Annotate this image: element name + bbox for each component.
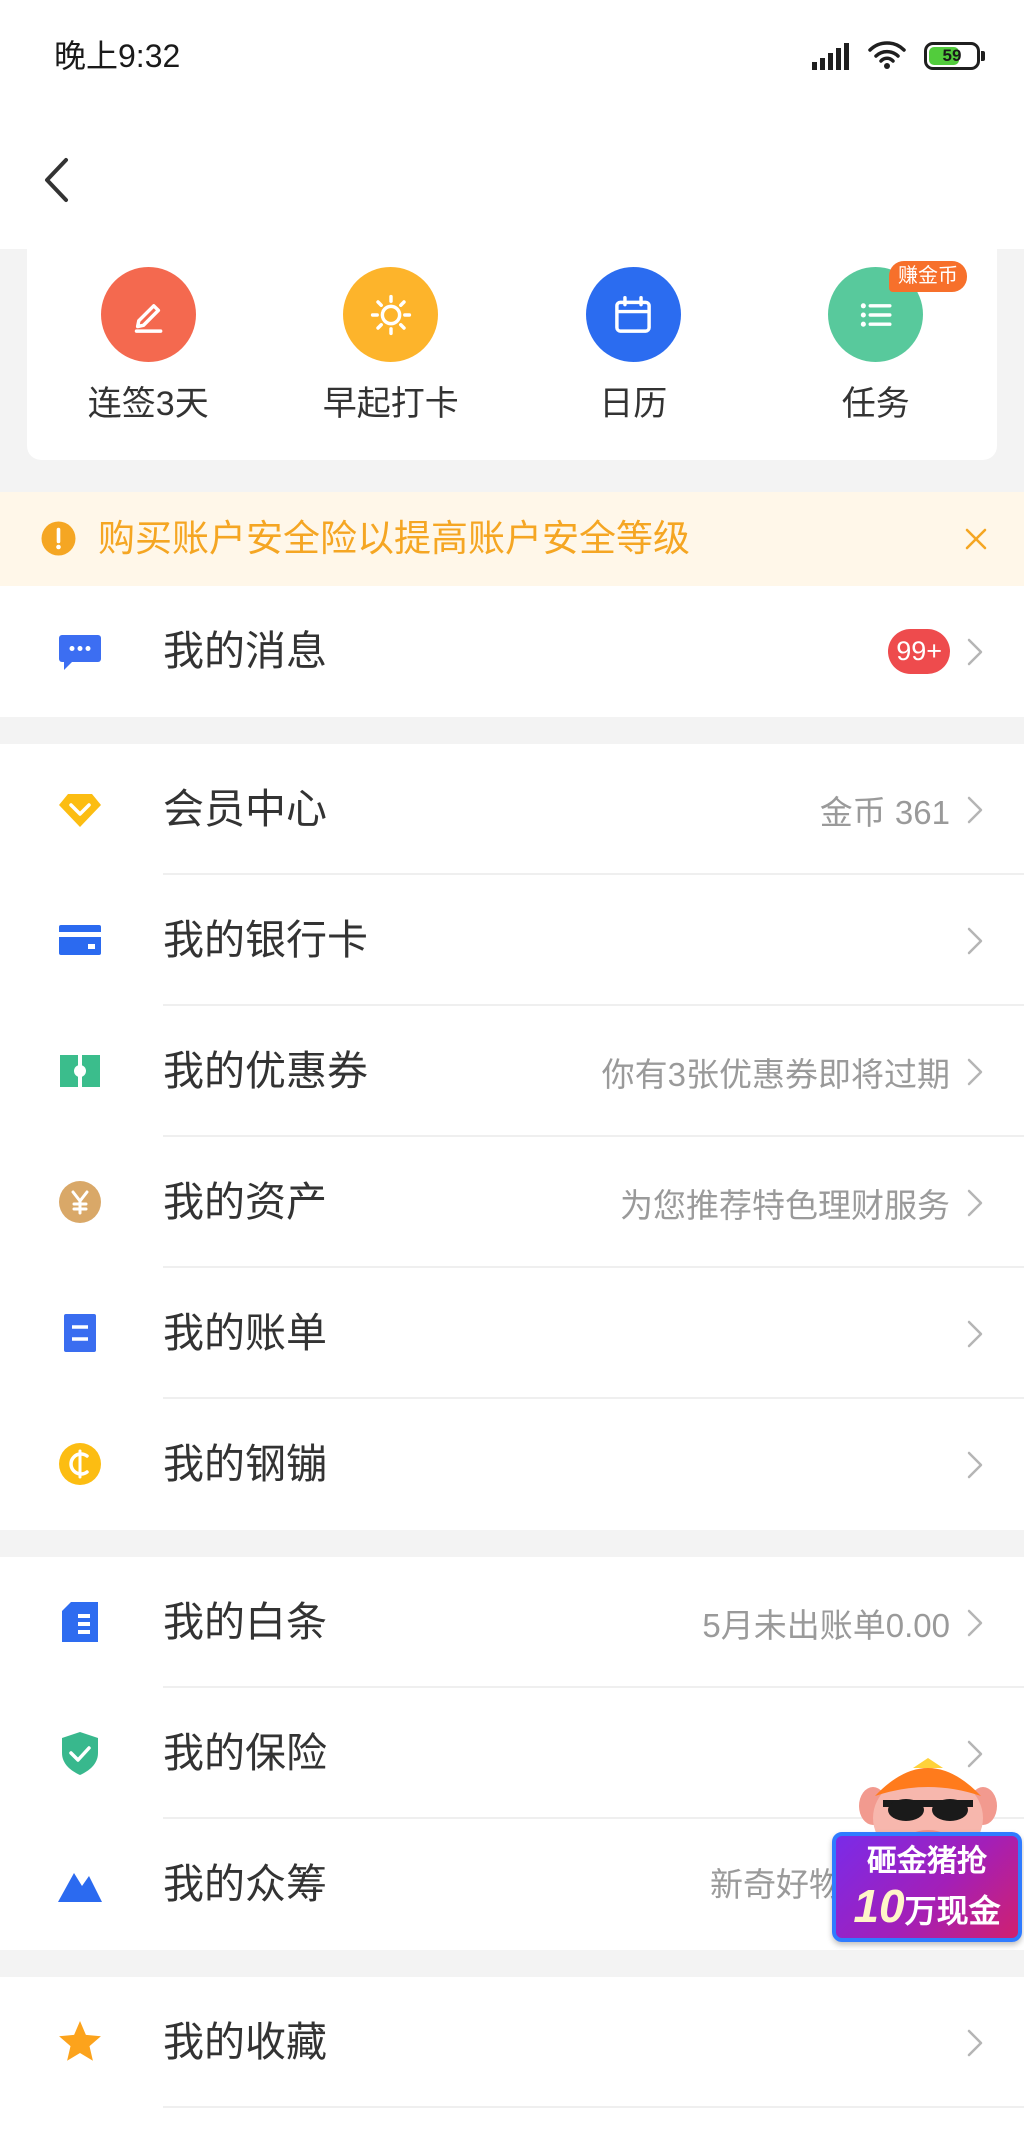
menu-item-assets[interactable]: 我的资产 为您推荐特色理财服务 xyxy=(0,1137,1024,1268)
notice-close-button[interactable] xyxy=(962,525,990,553)
close-icon xyxy=(965,528,987,550)
quick-action-label: 连签3天 xyxy=(87,385,209,423)
battery-level: 59 xyxy=(942,46,962,65)
menu-item-label: 会员中心 xyxy=(163,786,327,832)
menu-section-favorites: 我的收藏 xyxy=(0,1977,1024,2131)
menu-item-favorites[interactable]: 我的收藏 xyxy=(0,1977,1024,2108)
row-right-group xyxy=(966,875,984,1006)
menu-item-label: 我的众筹 xyxy=(163,1861,327,1907)
menu-item-label: 我的钢镚 xyxy=(163,1441,327,1487)
quick-action-calendar[interactable]: 日历 xyxy=(512,249,755,460)
menu-item-coins[interactable]: 我的钢镚 xyxy=(0,1399,1024,1530)
row-right-group: 金币 361 xyxy=(820,744,984,875)
unbilled-amount: 5月未出账单0.00 xyxy=(702,1606,950,1644)
status-time: 晚上9:32 xyxy=(54,38,181,74)
promo-unit: 万现金 xyxy=(904,1893,1001,1929)
promo-subtitle: 10万现金 xyxy=(836,1880,1018,1937)
earn-coins-badge: 赚金币 xyxy=(889,261,967,292)
chevron-right-icon xyxy=(967,1189,983,1216)
chevron-right-icon xyxy=(967,796,983,823)
row-right-group: 为您推荐特色理财服务 xyxy=(620,1137,984,1268)
quick-action-label: 日历 xyxy=(599,385,668,423)
sun-icon xyxy=(343,267,439,362)
quick-action-sign-in-streak[interactable]: 连签3天 xyxy=(27,249,270,460)
menu-section-finance: 会员中心 金币 361 我的银行卡 我的优惠券 你有3张优惠券即将过期 我的资产… xyxy=(0,744,1024,1530)
row-right-group: 99+ xyxy=(888,586,984,717)
diamond-icon xyxy=(56,785,104,833)
crowdfunding-hint: 新奇好物 xyxy=(710,1866,842,1903)
menu-item-bank-cards[interactable]: 我的银行卡 xyxy=(0,875,1024,1006)
quick-action-label: 任务 xyxy=(841,385,910,423)
iou-document-icon xyxy=(56,1598,104,1646)
floating-promo-widget[interactable]: 砸金猪抢 10万现金 xyxy=(832,1754,1024,1944)
pencil-icon xyxy=(100,267,196,362)
shield-check-icon xyxy=(56,1729,104,1777)
menu-item-coupons[interactable]: 我的优惠券 你有3张优惠券即将过期 xyxy=(0,1006,1024,1137)
coupon-icon xyxy=(56,1047,104,1095)
signal-icon xyxy=(812,43,849,70)
menu-item-messages[interactable]: 我的消息 99+ xyxy=(0,586,1024,717)
chevron-right-icon xyxy=(967,2029,983,2056)
chevron-right-icon xyxy=(967,1451,983,1478)
chat-icon xyxy=(56,627,104,675)
menu-item-label: 我的保险 xyxy=(163,1730,327,1776)
promo-amount: 10 xyxy=(853,1880,905,1932)
quick-action-early-checkin[interactable]: 早起打卡 xyxy=(270,249,513,460)
top-navigation-bar xyxy=(0,110,1024,249)
back-button[interactable] xyxy=(34,152,78,208)
yuan-coin-icon xyxy=(56,1178,104,1226)
unread-count-badge: 99+ xyxy=(888,629,950,674)
menu-item-label: 我的银行卡 xyxy=(163,917,368,963)
menu-item-bills[interactable]: 我的账单 xyxy=(0,1268,1024,1399)
row-right-group xyxy=(966,1399,984,1530)
menu-item-label: 我的消息 xyxy=(163,628,327,674)
chevron-right-icon xyxy=(967,927,983,954)
wifi-icon xyxy=(868,41,906,69)
menu-item-label: 我的资产 xyxy=(163,1179,327,1225)
battery-icon: 59 xyxy=(924,42,986,70)
promo-board: 砸金猪抢 10万现金 xyxy=(832,1832,1022,1942)
calendar-icon xyxy=(585,267,681,362)
chevron-right-icon xyxy=(967,1609,983,1636)
chevron-left-icon xyxy=(45,158,68,202)
quick-actions-card: 连签3天 早起打卡 日历 任务 赚金币 xyxy=(27,249,997,460)
coin-balance: 金币 361 xyxy=(819,793,950,831)
notice-text: 购买账户安全险以提高账户安全等级 xyxy=(98,518,690,559)
menu-item-baitiao[interactable]: 我的白条 5月未出账单0.00 xyxy=(0,1557,1024,1688)
row-right-group: 你有3张优惠券即将过期 xyxy=(602,1006,984,1137)
menu-item-label: 我的优惠券 xyxy=(163,1048,368,1094)
promo-title: 砸金猪抢 xyxy=(867,1845,987,1878)
star-icon xyxy=(56,2018,104,2066)
menu-item-label: 我的白条 xyxy=(163,1599,327,1645)
security-notice-banner[interactable]: 购买账户安全险以提高账户安全等级 xyxy=(0,492,1024,586)
row-right-group: 5月未出账单0.00 xyxy=(702,1557,984,1688)
menu-item-label: 我的账单 xyxy=(163,1310,327,1356)
chevron-right-icon xyxy=(967,1058,983,1085)
row-right-group xyxy=(966,1977,984,2108)
coupon-expiry-hint: 你有3张优惠券即将过期 xyxy=(601,1055,950,1093)
wealth-recommendation-hint: 为您推荐特色理财服务 xyxy=(620,1186,950,1224)
status-bar: 晚上9:32 59 xyxy=(0,0,1024,110)
mountain-icon xyxy=(56,1860,104,1908)
menu-section-messages: 我的消息 99+ xyxy=(0,586,1024,717)
chevron-right-icon xyxy=(967,638,983,665)
quick-action-label: 早起打卡 xyxy=(322,385,459,423)
exclamation-icon xyxy=(41,521,76,556)
row-right-group xyxy=(966,1268,984,1399)
coin-icon xyxy=(56,1440,104,1488)
menu-item-label: 我的收藏 xyxy=(163,2019,327,2065)
chevron-right-icon xyxy=(967,1320,983,1347)
bank-card-icon xyxy=(56,916,104,964)
next-row-partial xyxy=(0,2108,1024,2131)
bill-icon xyxy=(56,1309,104,1357)
menu-item-member-center[interactable]: 会员中心 金币 361 xyxy=(0,744,1024,875)
